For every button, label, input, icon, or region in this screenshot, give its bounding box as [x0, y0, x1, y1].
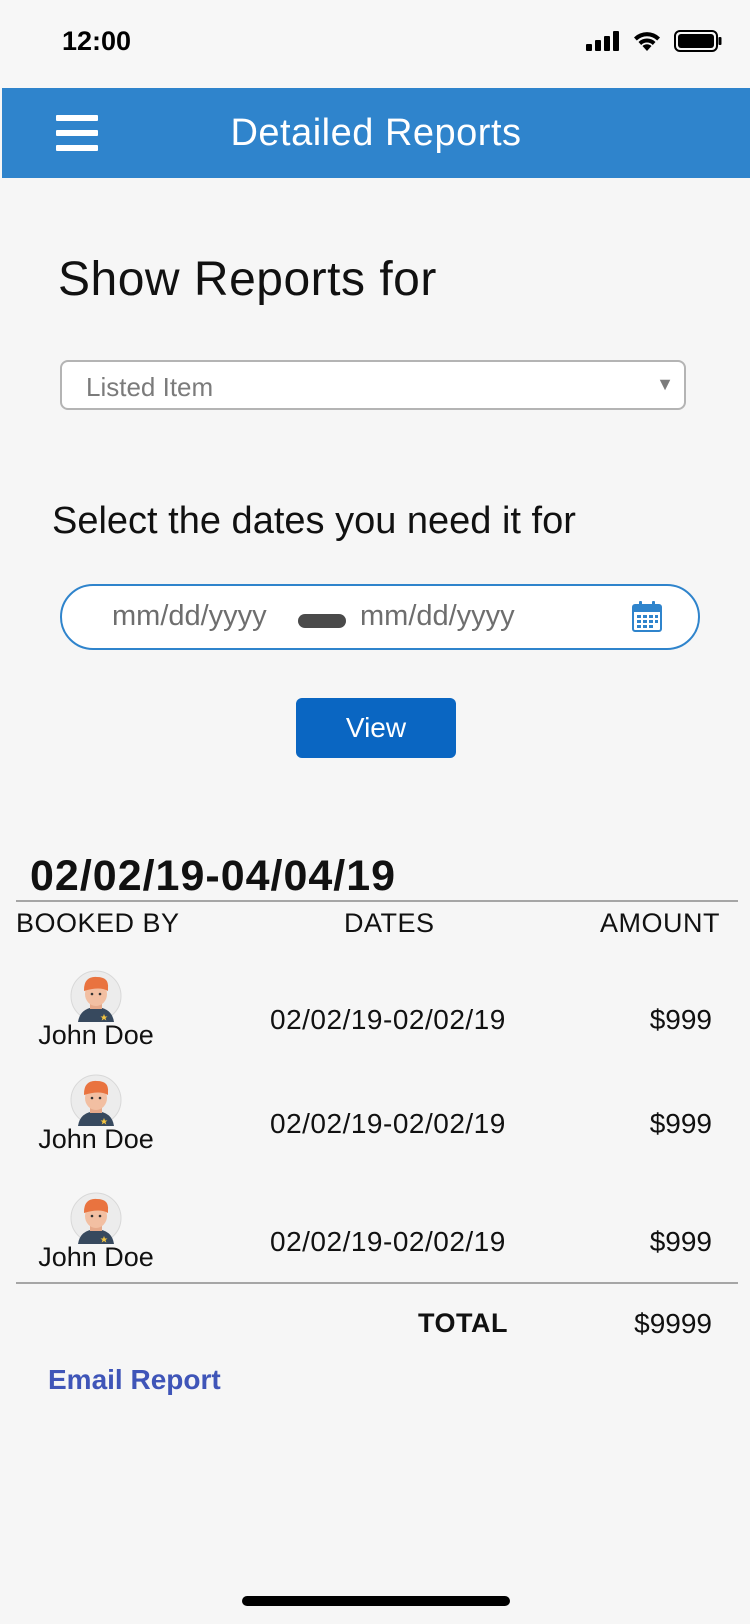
booked-by-name: John Doe: [38, 1242, 154, 1272]
status-icons: [586, 30, 722, 52]
column-header-dates: DATES: [344, 908, 435, 938]
total-value: $9999: [634, 1308, 712, 1339]
report-range-heading: 02/02/19-04/04/19: [30, 852, 397, 900]
table-row: John Doe 02/02/19-02/02/19 $999: [0, 1188, 750, 1284]
row-dates: 02/02/19-02/02/19: [270, 1108, 506, 1139]
date-range-field[interactable]: mm/dd/yyyy mm/dd/yyyy: [60, 584, 700, 650]
row-dates: 02/02/19-02/02/19: [270, 1226, 506, 1257]
email-report-link[interactable]: Email Report: [48, 1364, 221, 1396]
row-amount: $999: [649, 1108, 712, 1139]
report-type-select[interactable]: Listed Item ▼: [60, 360, 686, 410]
dropdown-arrow-icon: ▼: [656, 374, 674, 394]
column-header-amount: AMOUNT: [600, 908, 720, 938]
status-time: 12:00: [62, 26, 132, 56]
avatar: [70, 1074, 122, 1126]
date-range-separator: [298, 614, 346, 628]
avatar: [70, 970, 122, 1022]
status-bar: 12:00: [0, 0, 750, 88]
divider: [16, 900, 738, 902]
row-amount: $999: [649, 1226, 712, 1257]
select-value: Listed Item: [86, 372, 214, 402]
home-indicator[interactable]: [242, 1596, 510, 1606]
row-dates: 02/02/19-02/02/19: [270, 1004, 506, 1035]
end-date-input[interactable]: mm/dd/yyyy: [360, 600, 515, 633]
total-label: TOTAL: [418, 1308, 508, 1338]
booked-by-name: John Doe: [38, 1020, 154, 1050]
row-amount: $999: [649, 1004, 712, 1035]
signal-icon: [586, 31, 619, 51]
avatar: [70, 1192, 122, 1244]
view-button[interactable]: View: [296, 698, 456, 758]
dates-heading: Select the dates you need it for: [52, 500, 576, 542]
table-row: John Doe 02/02/19-02/02/19 $999: [0, 1070, 750, 1166]
show-reports-heading: Show Reports for: [58, 253, 437, 306]
divider: [16, 1282, 738, 1284]
start-date-input[interactable]: mm/dd/yyyy: [112, 600, 267, 633]
wifi-icon: [634, 32, 660, 51]
page-title: Detailed Reports: [230, 112, 522, 154]
table-row: John Doe 02/02/19-02/02/19 $999: [0, 966, 750, 1062]
column-header-booked-by: BOOKED BY: [16, 908, 180, 938]
app-header: Detailed Reports: [2, 88, 750, 178]
booked-by-name: John Doe: [38, 1124, 154, 1154]
battery-icon: [674, 30, 722, 52]
calendar-icon[interactable]: [632, 600, 662, 632]
